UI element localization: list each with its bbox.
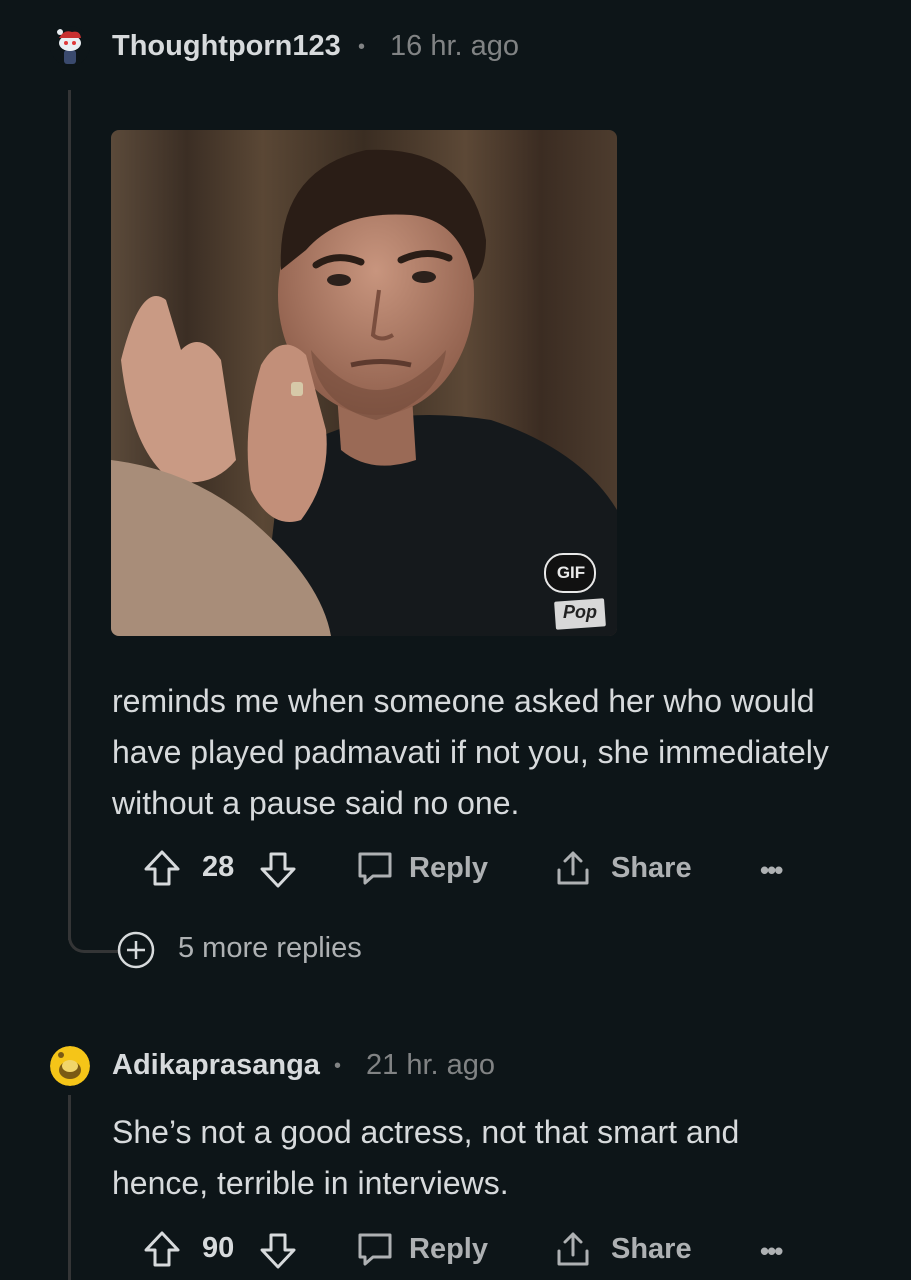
expand-plus-icon[interactable] (116, 930, 156, 975)
gif-watermark: Pop (563, 602, 597, 622)
share-icon (553, 848, 593, 888)
vote-count: 90 (202, 1232, 235, 1264)
thread-line[interactable] (68, 1095, 71, 1280)
more-icon[interactable]: ••• (760, 1236, 783, 1267)
snoo-avatar-icon (50, 26, 90, 66)
share-label: Share (611, 1232, 692, 1265)
vote-count: 28 (202, 851, 235, 883)
upvote-button[interactable] (142, 1229, 182, 1269)
thread-line[interactable] (68, 90, 71, 940)
gif-badge-label: GIF (556, 563, 586, 582)
upvote-button[interactable] (142, 848, 182, 888)
timestamp: 16 hr. ago (390, 30, 519, 62)
reply-button[interactable]: Reply (355, 1229, 488, 1269)
comment-icon (355, 1229, 395, 1269)
comment-body: She’s not a good actress, not that smart… (112, 1114, 740, 1201)
snoo-avatar-icon (50, 1046, 90, 1086)
username[interactable]: Thoughtporn123 (112, 30, 341, 63)
user-avatar[interactable] (50, 26, 90, 66)
share-button[interactable]: Share (553, 1229, 692, 1269)
timestamp: 21 hr. ago (366, 1049, 495, 1081)
gif-scene (111, 130, 617, 636)
upvote-icon (142, 1229, 182, 1269)
user-avatar[interactable] (50, 1046, 90, 1086)
reply-label: Reply (409, 1232, 488, 1265)
gif-image[interactable]: GIF Pop (111, 130, 617, 636)
reply-button[interactable]: Reply (355, 848, 488, 888)
upvote-icon (142, 848, 182, 888)
comment-icon (355, 848, 395, 888)
more-replies-link[interactable]: 5 more replies (178, 932, 362, 965)
downvote-icon (258, 1231, 298, 1271)
more-icon[interactable]: ••• (760, 855, 783, 886)
share-label: Share (611, 851, 692, 884)
downvote-icon (258, 850, 298, 890)
separator-dot: • (334, 1055, 342, 1077)
reply-label: Reply (409, 851, 488, 884)
share-button[interactable]: Share (553, 848, 692, 888)
comment-body: reminds me when someone asked her who wo… (112, 683, 829, 821)
downvote-button[interactable] (258, 850, 298, 890)
downvote-button[interactable] (258, 1231, 298, 1271)
thread-line-branch (68, 920, 119, 953)
username[interactable]: Adikaprasanga (112, 1049, 320, 1082)
share-icon (553, 1229, 593, 1269)
separator-dot: • (358, 36, 366, 58)
